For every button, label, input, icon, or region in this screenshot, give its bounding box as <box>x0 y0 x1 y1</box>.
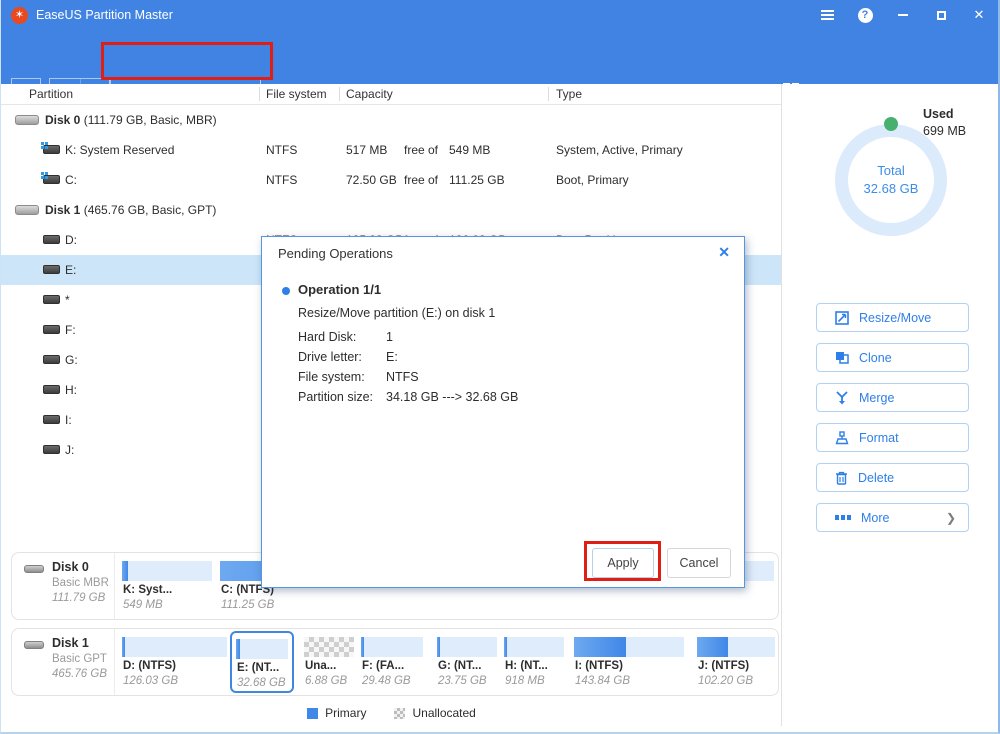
partition-bar <box>504 637 564 657</box>
resize-move-button[interactable]: Resize/Move <box>816 303 969 332</box>
used-value: 699 MB <box>923 123 966 140</box>
diskmap-partition-g[interactable]: G: (NT... 23.75 GB <box>437 629 497 695</box>
usage-dot <box>884 117 898 131</box>
sidebar: Total 32.68 GB Used 699 MB Resize/Move C… <box>783 84 999 726</box>
donut-total-value: 32.68 GB <box>835 180 947 198</box>
windows-badge-icon <box>41 172 48 179</box>
diskmap-partition-unallocated[interactable]: Una... 6.88 GB <box>304 629 354 695</box>
diskmap-legend: Primary Unallocated <box>1 706 782 720</box>
partition-icon <box>43 355 60 364</box>
trash-icon <box>835 471 848 485</box>
minimize-button[interactable] <box>884 0 922 30</box>
disk-icon <box>24 565 44 573</box>
field-value: 1 <box>386 330 393 344</box>
partition-icon <box>43 385 60 394</box>
partition-icon <box>43 145 60 154</box>
delete-button[interactable]: Delete <box>816 463 969 492</box>
help-icon: ? <box>858 8 873 23</box>
merge-icon <box>835 391 849 405</box>
diskmap-partition-k[interactable]: K: Syst... 549 MB <box>122 553 212 619</box>
chevron-right-icon: ❯ <box>946 511 956 525</box>
format-button[interactable]: Format <box>816 423 969 452</box>
operation-summary: Resize/Move partition (E:) on disk 1 <box>298 306 495 320</box>
table-row-disk1[interactable]: Disk 1 (465.76 GB, Basic, GPT) <box>1 195 781 225</box>
field-label: Partition size: <box>298 390 373 404</box>
primary-legend-icon <box>307 708 318 719</box>
disk-icon <box>15 205 39 215</box>
hamburger-icon <box>821 10 834 20</box>
donut-total-label: Total <box>835 162 947 180</box>
maximize-button[interactable] <box>922 0 960 30</box>
partition-icon <box>43 325 60 334</box>
partition-bar <box>697 637 775 657</box>
toolbar: ↻ ↶ ↷ ▶ Execute 1 Operation Migrate OS C… <box>1 30 998 84</box>
table-row-disk0[interactable]: Disk 0 (111.79 GB, Basic, MBR) <box>1 105 781 135</box>
menu-button[interactable] <box>808 0 846 30</box>
dialog-close-icon[interactable]: ✕ <box>718 244 730 261</box>
field-value: NTFS <box>386 370 419 384</box>
col-filesystem: File system <box>266 87 327 101</box>
field-value: E: <box>386 350 398 364</box>
pending-operations-dialog: Pending Operations ✕ Operation 1/1 Resiz… <box>261 236 745 588</box>
partition-bar <box>236 639 288 659</box>
clone-icon <box>835 351 849 364</box>
table-header: Partition File system Capacity Type <box>1 84 781 105</box>
partition-bar <box>437 637 497 657</box>
title-bar: ✶ EaseUS Partition Master ? ✕ <box>1 0 998 30</box>
field-label: File system: <box>298 370 365 384</box>
disk1-info: Disk 1 Basic GPT 465.76 GB <box>12 629 115 695</box>
resize-icon <box>835 311 849 325</box>
minimize-icon <box>898 14 908 16</box>
close-button[interactable]: ✕ <box>960 0 998 30</box>
maximize-icon <box>937 11 946 20</box>
diskmap-disk1: Disk 1 Basic GPT 465.76 GB D: (NTFS) 126… <box>11 628 779 696</box>
col-partition: Partition <box>29 87 73 101</box>
diskmap-partition-e[interactable]: E: (NT... 32.68 GB <box>230 631 294 693</box>
apply-button[interactable]: Apply <box>592 548 654 578</box>
more-button[interactable]: More ❯ <box>816 503 969 532</box>
operation-bullet-icon <box>282 287 290 295</box>
table-row-c[interactable]: C: NTFS 72.50 GB free of 111.25 GB Boot,… <box>1 165 781 195</box>
diskmap-partition-h[interactable]: H: (NT... 918 MB <box>504 629 564 695</box>
diskmap-partition-f[interactable]: F: (FA... 29.48 GB <box>361 629 423 695</box>
field-value: 34.18 GB ---> 32.68 GB <box>386 390 518 404</box>
col-type: Type <box>556 87 582 101</box>
col-capacity: Capacity <box>346 87 393 101</box>
partition-icon <box>43 235 60 244</box>
partition-bar <box>122 561 212 581</box>
partition-bar <box>574 637 684 657</box>
clone-action-button[interactable]: Clone <box>816 343 969 372</box>
cancel-button[interactable]: Cancel <box>667 548 731 578</box>
disk-icon <box>24 641 44 649</box>
table-row-k[interactable]: K: System Reserved NTFS 517 MB free of 5… <box>1 135 781 165</box>
partition-icon <box>43 265 60 274</box>
app-title: EaseUS Partition Master <box>36 8 173 22</box>
diskmap-partition-i[interactable]: I: (NTFS) 143.84 GB <box>574 629 684 695</box>
app-window: ✶ EaseUS Partition Master ? ✕ ↻ ↶ ↷ ▶ Ex… <box>0 0 1000 734</box>
partition-bar <box>122 637 227 657</box>
diskmap-partition-j[interactable]: J: (NTFS) 102.20 GB <box>697 629 775 695</box>
dialog-title: Pending Operations <box>278 246 393 261</box>
app-logo-icon: ✶ <box>11 7 28 24</box>
merge-button[interactable]: Merge <box>816 383 969 412</box>
partition-icon <box>43 415 60 424</box>
partition-icon <box>43 175 60 184</box>
unallocated-legend-icon <box>394 708 405 719</box>
diskmap-partition-d[interactable]: D: (NTFS) 126.03 GB <box>122 629 227 695</box>
format-icon <box>835 431 849 445</box>
disk-icon <box>15 115 39 125</box>
operation-title: Operation 1/1 <box>298 282 381 297</box>
used-label: Used <box>923 106 966 123</box>
field-label: Hard Disk: <box>298 330 356 344</box>
partition-icon <box>43 295 60 304</box>
more-dots-icon <box>835 515 851 520</box>
partition-bar <box>361 637 423 657</box>
help-button[interactable]: ? <box>846 0 884 30</box>
close-icon: ✕ <box>974 7 985 23</box>
unallocated-bar <box>304 637 354 657</box>
windows-badge-icon <box>41 142 48 149</box>
partition-icon <box>43 445 60 454</box>
disk0-info: Disk 0 Basic MBR 111.79 GB <box>12 553 115 619</box>
field-label: Drive letter: <box>298 350 362 364</box>
